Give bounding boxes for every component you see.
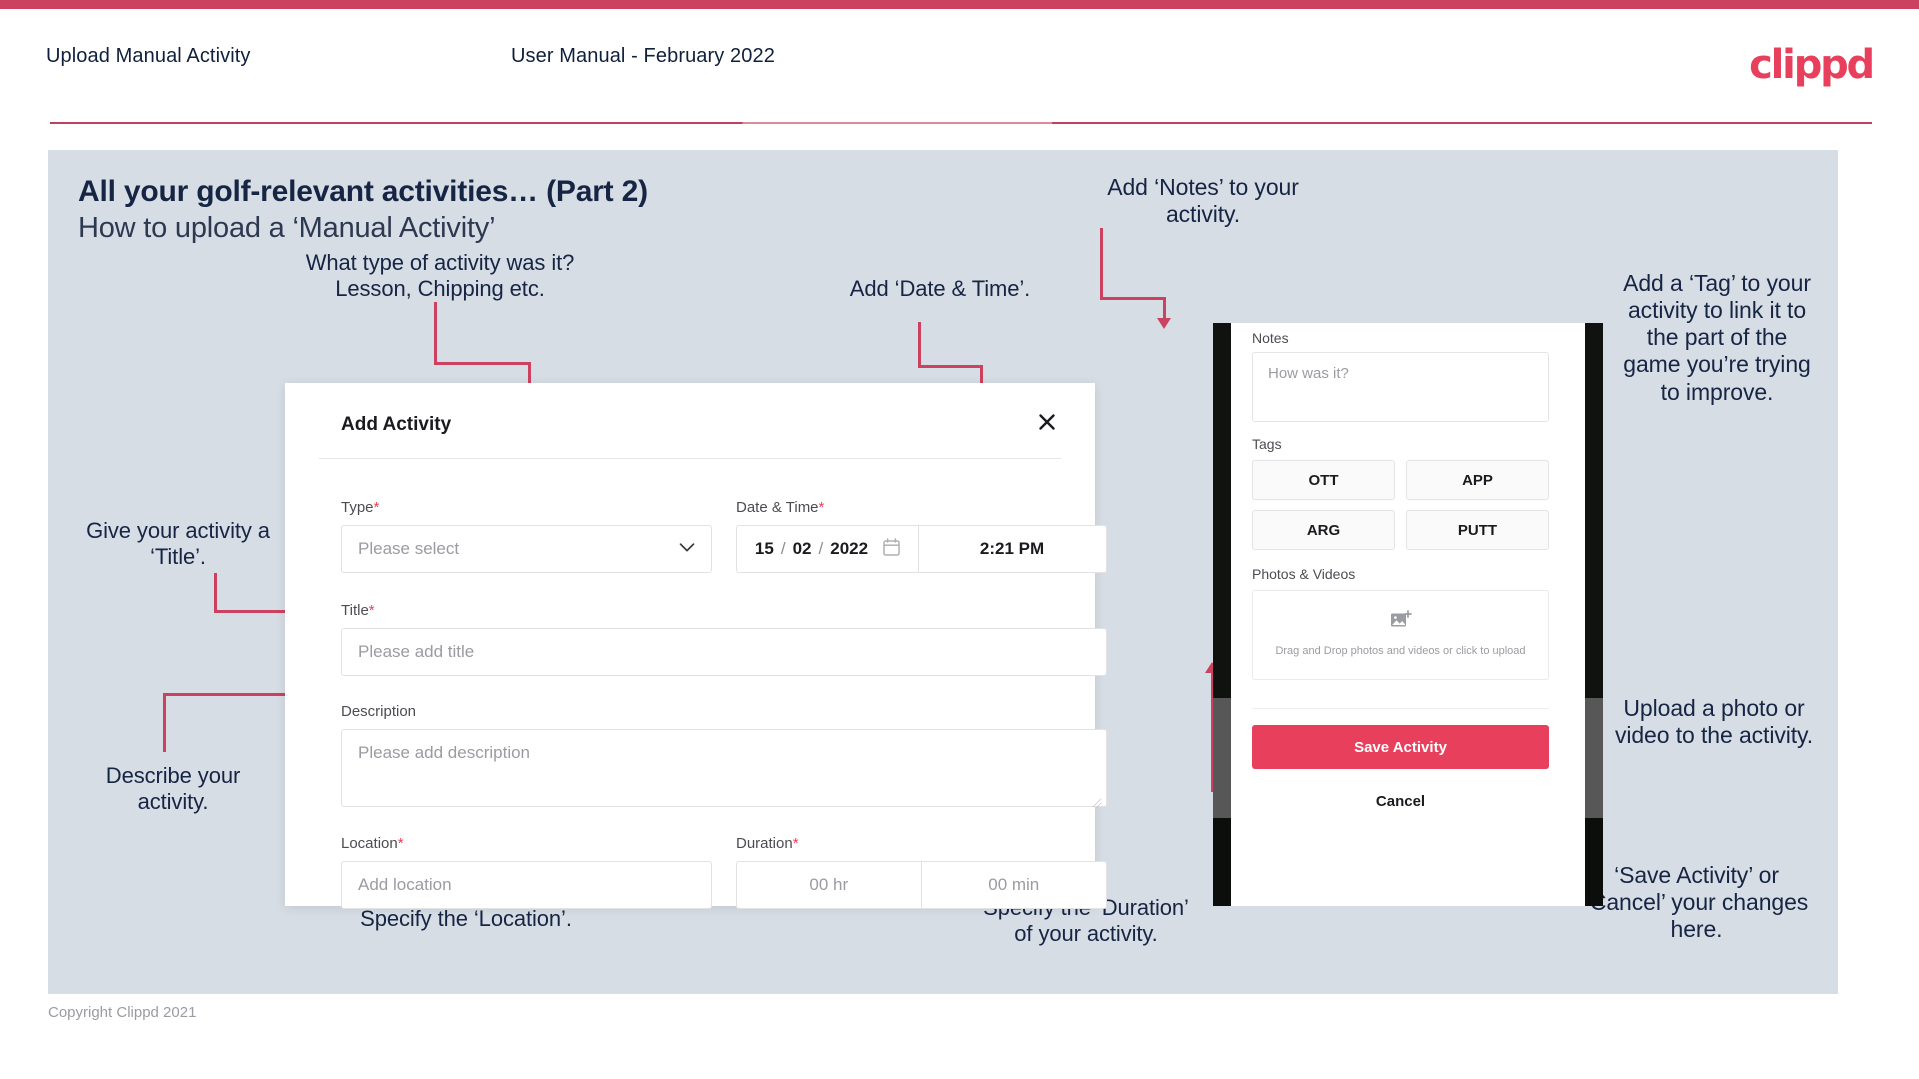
calendar-icon[interactable] (883, 537, 900, 561)
location-required-mark: * (397, 835, 404, 852)
time-input[interactable]: 2:21 PM (919, 526, 1105, 572)
annotation-upload: Upload a photo or video to the activity. (1614, 695, 1814, 749)
connector-type-v1 (434, 302, 437, 364)
connector-title-v (214, 573, 217, 612)
connector-type-h (434, 362, 531, 365)
slide-root: Upload Manual Activity User Manual - Feb… (0, 0, 1919, 1079)
connector-dt-h (918, 365, 983, 368)
date-sep-1: / (780, 539, 786, 558)
annotation-title: Give your activity a ‘Title’. (86, 518, 270, 569)
location-placeholder: Add location (358, 875, 452, 894)
datetime-group: 15 / 02 / 2022 2:21 PM (736, 525, 1107, 573)
location-label-text: Location (341, 835, 398, 852)
notes-placeholder: How was it? (1268, 365, 1349, 382)
footer-copyright: Copyright Clippd 2021 (48, 1004, 197, 1021)
datetime-required-mark: * (818, 499, 825, 516)
save-activity-button[interactable]: Save Activity (1252, 725, 1549, 769)
date-input[interactable]: 15 / 02 / 2022 (737, 526, 919, 572)
annotation-notes: Add ‘Notes’ to your activity. (1107, 174, 1299, 228)
dialog-divider (319, 458, 1061, 459)
phone-mockup: Notes How was it? Tags OTT APP ARG PUTT … (1213, 323, 1603, 906)
phone-screen: Notes How was it? Tags OTT APP ARG PUTT … (1231, 323, 1585, 906)
connector-dt-v1 (918, 322, 921, 367)
page-title: Upload Manual Activity (46, 45, 251, 67)
chevron-down-icon (679, 540, 695, 557)
duration-group: 00 hr 00 min (736, 861, 1107, 909)
photo-dropzone[interactable]: Drag and Drop photos and videos or click… (1252, 590, 1549, 680)
date-sep-2: / (818, 539, 824, 558)
annotation-tags: Add a ‘Tag’ to your activity to link it … (1623, 270, 1811, 405)
phone-bezel-left-bottom (1213, 818, 1231, 906)
add-activity-dialog: Add Activity Type* Please select Date & … (285, 383, 1107, 909)
description-textarea[interactable]: Please add description (341, 729, 1107, 808)
description-label: Description (341, 703, 416, 720)
connector-desc-v (163, 695, 166, 752)
tag-button-putt[interactable]: PUTT (1406, 510, 1549, 550)
duration-hours-placeholder: 00 hr (809, 875, 849, 894)
annotation-location: Specify the ‘Location’. (360, 906, 572, 931)
resize-grip-icon[interactable] (1092, 793, 1102, 808)
type-select[interactable]: Please select (341, 525, 712, 573)
title-label-text: Title (341, 602, 369, 619)
duration-label: Duration* (736, 835, 799, 852)
duration-hours-input[interactable]: 00 hr (737, 862, 922, 908)
slide-subheading: How to upload a ‘Manual Activity’ (78, 212, 496, 244)
annotation-datetime: Add ‘Date & Time’. (849, 276, 1031, 301)
connector-notes-h (1100, 297, 1166, 300)
tag-button-arg[interactable]: ARG (1252, 510, 1395, 550)
duration-label-text: Duration (736, 835, 793, 852)
notes-label: Notes (1252, 330, 1289, 346)
dialog-title: Add Activity (341, 414, 452, 435)
description-label-text: Description (341, 703, 417, 720)
header-divider (50, 122, 1872, 124)
photos-label: Photos & Videos (1252, 566, 1356, 582)
tag-button-app[interactable]: APP (1406, 460, 1549, 500)
title-input[interactable]: Please add title (341, 628, 1107, 676)
annotation-type: What type of activity was it? Lesson, Ch… (305, 250, 575, 301)
date-day: 15 (754, 539, 774, 558)
arrow-notes (1157, 318, 1171, 329)
date-month: 02 (792, 539, 812, 558)
top-accent-bar (0, 0, 1919, 9)
cancel-button[interactable]: Cancel (1252, 785, 1549, 817)
slide-heading: All your golf-relevant activities… (Part… (78, 175, 648, 208)
date-year: 2022 (830, 539, 869, 558)
location-label: Location* (341, 835, 404, 852)
location-input[interactable]: Add location (341, 861, 712, 909)
page-subtitle: User Manual - February 2022 (511, 45, 775, 67)
title-required-mark: * (368, 602, 375, 619)
type-placeholder: Please select (358, 539, 460, 558)
type-label-text: Type (341, 499, 374, 516)
type-required-mark: * (373, 499, 380, 516)
time-value: 2:21 PM (979, 539, 1045, 558)
datetime-label-text: Date & Time (736, 499, 819, 516)
add-image-icon (1390, 610, 1412, 635)
title-label: Title* (341, 602, 375, 619)
close-icon[interactable] (1032, 407, 1062, 437)
title-placeholder: Please add title (358, 642, 475, 661)
clippd-logo: clippd (1749, 42, 1875, 88)
tag-button-ott[interactable]: OTT (1252, 460, 1395, 500)
phone-bezel-left-grey (1213, 698, 1231, 818)
duration-minutes-placeholder: 00 min (988, 875, 1040, 894)
description-placeholder: Please add description (358, 743, 531, 762)
duration-required-mark: * (792, 835, 799, 852)
phone-bezel-right-grey (1585, 698, 1603, 818)
connector-notes-v1 (1100, 228, 1103, 300)
duration-minutes-input[interactable]: 00 min (922, 862, 1107, 908)
type-label: Type* (341, 499, 379, 516)
phone-divider (1252, 708, 1549, 709)
notes-textarea[interactable]: How was it? (1252, 352, 1549, 422)
phone-bezel-right-bottom (1585, 818, 1603, 906)
annotation-description: Describe your activity. (105, 763, 241, 814)
photo-dropzone-text: Drag and Drop photos and videos or click… (1275, 645, 1526, 658)
datetime-label: Date & Time* (736, 499, 824, 516)
tags-label: Tags (1252, 436, 1282, 452)
